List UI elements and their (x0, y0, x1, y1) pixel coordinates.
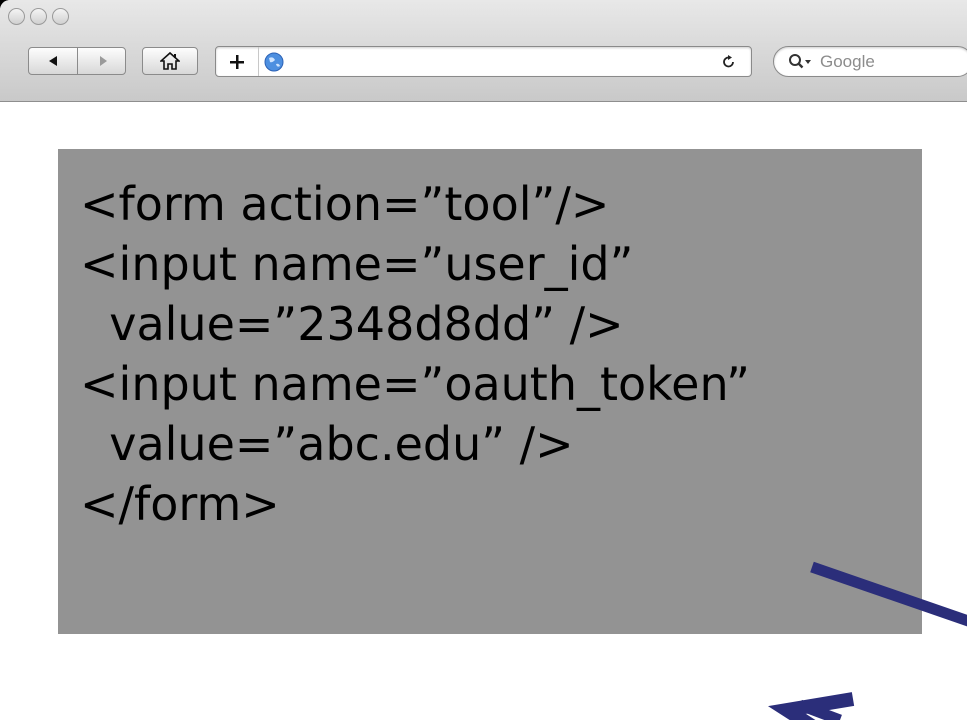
zoom-window-button[interactable] (52, 8, 69, 25)
back-forward-buttons (28, 47, 126, 75)
code-line: <input name=”user_id” (80, 237, 634, 291)
forward-button[interactable] (78, 48, 127, 74)
globe-icon (264, 52, 284, 72)
search-field[interactable]: Google (773, 46, 967, 77)
browser-toolbar: Google (0, 0, 967, 102)
forward-arrow-icon (99, 56, 107, 66)
reload-icon[interactable] (721, 54, 737, 70)
back-button[interactable] (29, 48, 78, 74)
browser-window: Google <form action=”tool”/> <input name… (0, 0, 967, 720)
code-line: <input name=”oauth_token” (80, 357, 750, 411)
close-window-button[interactable] (8, 8, 25, 25)
code-line: </form> (80, 477, 280, 531)
plus-icon (230, 54, 244, 69)
search-placeholder: Google (820, 52, 875, 71)
back-arrow-icon (49, 56, 57, 66)
search-icon (789, 54, 811, 69)
home-button[interactable] (142, 47, 198, 75)
home-icon (160, 51, 180, 70)
arrow-head-lower (767, 692, 855, 720)
code-line: value=”2348d8dd” /> (80, 297, 624, 351)
arrow-line-lower (798, 699, 842, 720)
code-line: <form action=”tool”/> (80, 177, 610, 231)
add-bookmark-button[interactable] (216, 47, 259, 76)
code-line: value=”abc.edu” /> (80, 417, 574, 471)
code-snippet-box: <form action=”tool”/> <input name=”user_… (58, 149, 922, 634)
address-bar[interactable] (215, 46, 752, 77)
minimize-window-button[interactable] (30, 8, 47, 25)
